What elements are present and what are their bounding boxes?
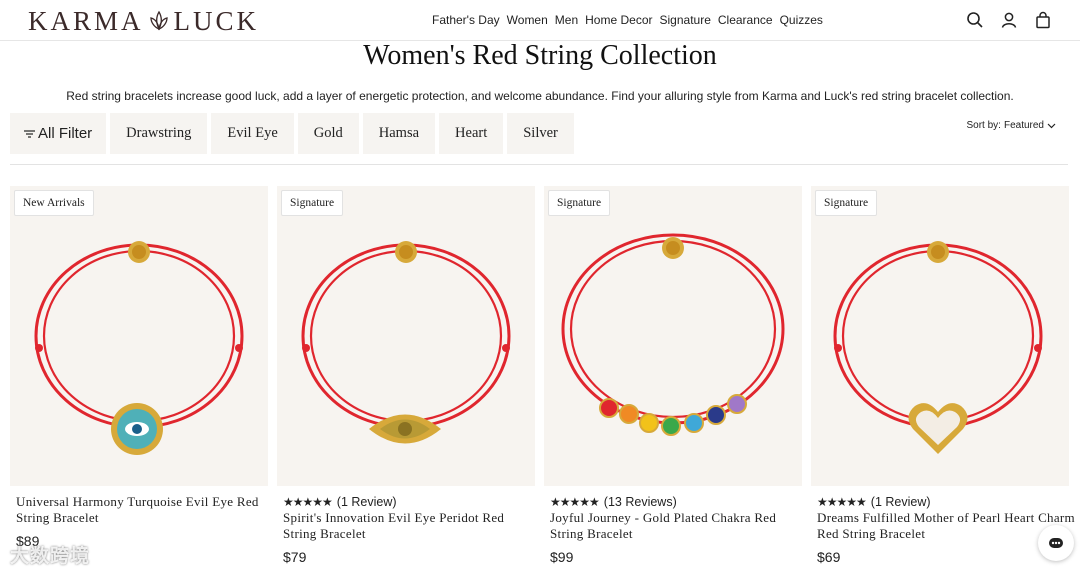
product-badge: New Arrivals (14, 190, 94, 216)
chevron-down-icon (1047, 123, 1056, 128)
page-subtitle: Red string bracelets increase good luck,… (66, 89, 1014, 103)
nav-signature[interactable]: Signature (660, 13, 711, 27)
site-logo[interactable]: KARMA LUCK (28, 5, 259, 37)
rating-row[interactable]: ★★★★★ (1 Review) (283, 494, 541, 510)
chip-hamsa[interactable]: Hamsa (362, 113, 436, 154)
product-image-2[interactable]: Signature (277, 186, 535, 486)
review-count: (1 Review) (336, 495, 397, 509)
filter-lines-icon (24, 129, 35, 138)
bracelet-image (561, 233, 785, 436)
nav-clearance[interactable]: Clearance (718, 13, 773, 27)
chip-evil-eye[interactable]: Evil Eye (211, 113, 294, 154)
chat-widget-button[interactable] (1038, 525, 1074, 561)
filter-chips: All Filter Drawstring Evil Eye Gold Hams… (10, 113, 574, 154)
product-badge: Signature (815, 190, 878, 216)
nav-men[interactable]: Men (555, 13, 578, 27)
product-price: $69 (817, 549, 841, 565)
review-count: (13 Reviews) (603, 495, 677, 509)
all-filter-label: All Filter (38, 125, 93, 142)
chip-gold[interactable]: Gold (297, 113, 359, 154)
nav-fathers-day[interactable]: Father's Day (432, 13, 500, 27)
watermark: 大数跨境 (10, 546, 91, 567)
nav-quizzes[interactable]: Quizzes (780, 13, 823, 27)
review-count: (1 Review) (870, 495, 931, 509)
sort-dropdown[interactable]: Sort by: Featured (967, 120, 1057, 131)
main-nav: Father's Day Women Men Home Decor Signat… (432, 13, 830, 27)
sort-label: Sort by: (966, 120, 1001, 131)
product-badge: Signature (548, 190, 611, 216)
product-name[interactable]: Dreams Fulfilled Mother of Pearl Heart C… (817, 510, 1075, 542)
all-filter-button[interactable]: All Filter (10, 113, 107, 154)
product-name[interactable]: Spirit's Innovation Evil Eye Peridot Red… (283, 510, 541, 542)
product-name[interactable]: Universal Harmony Turquoise Evil Eye Red… (16, 494, 274, 526)
product-image-3[interactable]: Signature (544, 186, 802, 486)
product-price: $79 (283, 549, 307, 565)
cart-bag-icon[interactable] (1034, 11, 1052, 29)
page-title: Women's Red String Collection (363, 40, 717, 71)
product-image-1[interactable]: New Arrivals (10, 186, 268, 486)
search-icon[interactable] (966, 11, 984, 29)
bracelet-image (301, 241, 511, 444)
sort-value: Featured (1003, 120, 1044, 131)
bracelet-image (833, 241, 1043, 454)
nav-home-decor[interactable]: Home Decor (585, 13, 652, 27)
lotus-logo-icon (149, 10, 168, 31)
site-header: KARMA LUCK Father's Day Women Men Home D… (0, 0, 1080, 41)
product-badge: Signature (281, 190, 344, 216)
rating-row[interactable]: ★★★★★ (13 Reviews) (550, 494, 808, 510)
product-image-4[interactable]: Signature (811, 186, 1069, 486)
product-info-3: ★★★★★ (13 Reviews) Joyful Journey - Gold… (550, 494, 808, 565)
divider (10, 164, 1068, 165)
bracelet-image (34, 241, 244, 455)
logo-text-right: LUCK (173, 5, 260, 36)
logo-text-left: KARMA (28, 5, 144, 36)
star-rating-icon: ★★★★★ (550, 495, 600, 509)
product-info-2: ★★★★★ (1 Review) Spirit's Innovation Evi… (283, 494, 541, 565)
product-info-4: ★★★★★ (1 Review) Dreams Fulfilled Mother… (817, 494, 1075, 565)
chip-drawstring[interactable]: Drawstring (110, 113, 208, 154)
account-icon[interactable] (1000, 11, 1018, 29)
nav-women[interactable]: Women (507, 13, 548, 27)
chip-heart[interactable]: Heart (439, 113, 504, 154)
header-icons (966, 11, 1052, 29)
star-rating-icon: ★★★★★ (817, 495, 867, 509)
star-rating-icon: ★★★★★ (283, 495, 333, 509)
chat-icon (1049, 538, 1063, 548)
product-price: $99 (550, 549, 574, 565)
chip-silver[interactable]: Silver (507, 113, 574, 154)
rating-row[interactable]: ★★★★★ (1 Review) (817, 494, 1075, 510)
product-name[interactable]: Joyful Journey - Gold Plated Chakra Red … (550, 510, 808, 542)
